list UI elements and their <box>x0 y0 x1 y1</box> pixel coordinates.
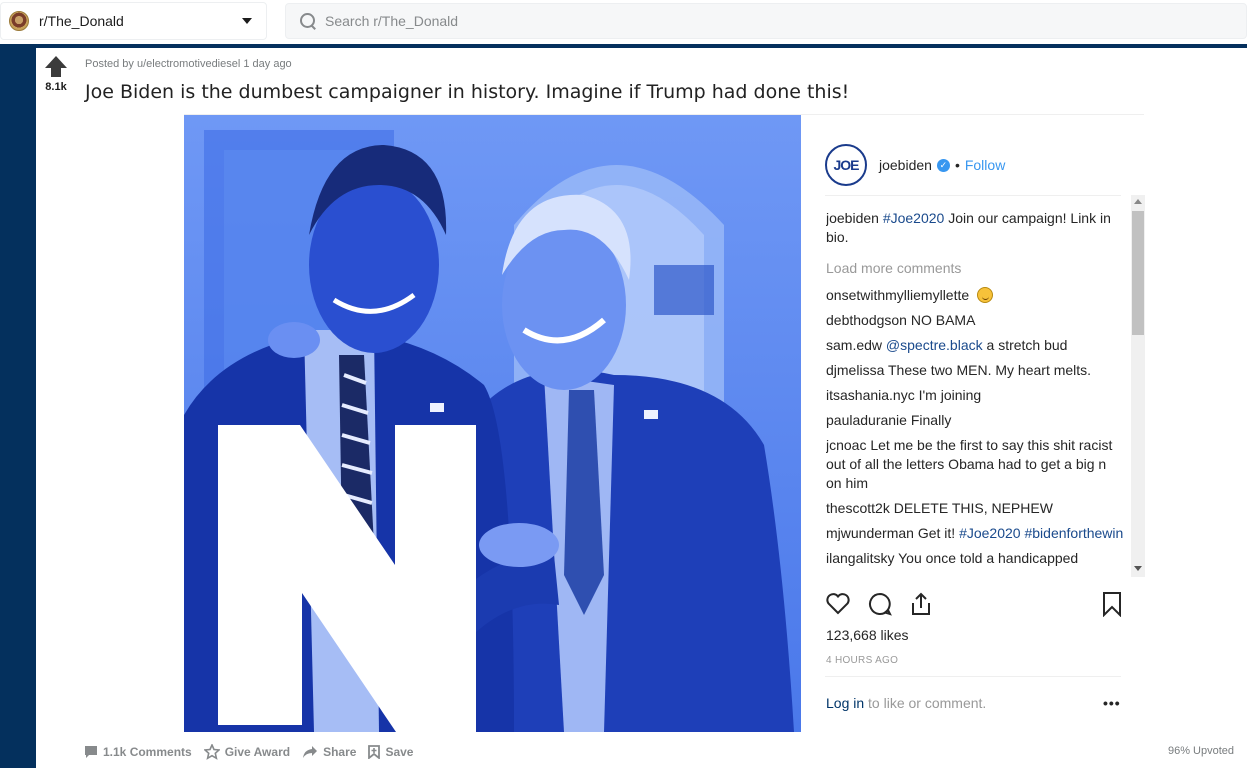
embed-photo[interactable] <box>184 115 801 732</box>
post-action-bar: 1.1k Comments Give Award Share Save <box>84 742 425 762</box>
scroll-down-arrow-icon[interactable] <box>1134 566 1142 571</box>
share-label: Share <box>323 745 357 759</box>
comment-user[interactable]: jcnoac <box>826 437 866 453</box>
subreddit-name: r/The_Donald <box>39 13 124 29</box>
caption: joebiden #Joe2020 Join our campaign! Lin… <box>826 209 1124 247</box>
comments-label: 1.1k Comments <box>103 745 192 759</box>
save-bookmark-icon <box>368 745 381 759</box>
comment-text: Get it! <box>917 525 956 541</box>
vote-score: 8.1k <box>45 81 67 93</box>
comment-item: onsetwithmylliemyllette <box>826 286 1124 305</box>
comment-item: itsashania.nyc I'm joining <box>826 386 1124 405</box>
follow-button[interactable]: Follow <box>965 157 1005 173</box>
winking-face-emoji-icon <box>977 287 994 303</box>
login-text: to like or comment. <box>864 695 987 711</box>
page-background <box>0 48 36 768</box>
save-label: Save <box>385 745 414 759</box>
comment-user[interactable]: djmelissa <box>826 362 884 378</box>
ig-avatar-text: JOE <box>833 157 859 173</box>
comments-list: joebiden #Joe2020 Join our campaign! Lin… <box>826 209 1124 581</box>
scroll-up-arrow-icon[interactable] <box>1134 199 1142 204</box>
share-button[interactable]: Share <box>302 745 356 759</box>
comment-user[interactable]: mjwunderman <box>826 525 914 541</box>
comment-user[interactable]: thescott2k <box>826 500 890 516</box>
comment-item: sam.edw @spectre.black a stretch bud <box>826 336 1124 355</box>
more-options-icon[interactable]: ••• <box>1103 695 1121 711</box>
top-bar: r/The_Donald <box>0 0 1247 44</box>
post-card: 8.1k Posted by u/electromotivediesel 1 d… <box>36 48 1247 768</box>
comment-item: jcnoac Let me be the first to say this s… <box>826 436 1124 493</box>
caption-tag[interactable]: #Joe2020 <box>883 210 945 226</box>
comment-text: These two MEN. My heart melts. <box>888 362 1092 378</box>
upvote-arrow-icon[interactable] <box>45 56 67 68</box>
comments-button[interactable]: 1.1k Comments <box>84 745 192 759</box>
comment-user[interactable]: onsetwithmylliemyllette <box>826 287 969 303</box>
login-link[interactable]: Log in <box>826 695 864 711</box>
comment-icon[interactable] <box>867 591 893 617</box>
comment-user[interactable]: ilangalitsky <box>826 550 894 566</box>
comment-bubble-icon <box>85 746 97 758</box>
upvote-ratio: 96% Upvoted <box>1167 745 1234 757</box>
separator-dot: • <box>954 157 960 173</box>
comment-mention[interactable]: @spectre.black <box>886 337 983 353</box>
scroll-thumb[interactable] <box>1132 211 1144 335</box>
comment-text: You once told a handicapped <box>898 550 1079 566</box>
vote-column: 8.1k <box>36 56 76 93</box>
heart-icon[interactable] <box>825 591 851 617</box>
post-meta: Posted by u/electromotivediesel 1 day ag… <box>85 58 292 70</box>
post-timestamp: 4 HOURS AGO <box>826 655 899 666</box>
award-label: Give Award <box>224 745 291 759</box>
upvote-arrow-stem[interactable] <box>51 68 61 77</box>
instagram-panel: JOE joebiden ✓ • Follow joebiden #Joe202… <box>801 115 1145 732</box>
comment-item: djmelissa These two MEN. My heart melts. <box>826 361 1124 380</box>
ig-avatar[interactable]: JOE <box>825 144 867 186</box>
likes-count[interactable]: 123,668 likes <box>826 627 909 643</box>
save-button[interactable]: Save <box>368 745 413 759</box>
search-icon <box>300 12 317 30</box>
subreddit-dropdown[interactable]: r/The_Donald <box>0 2 267 40</box>
photo-illustration <box>184 115 801 732</box>
award-icon <box>203 744 220 760</box>
comment-item: mjwunderman Get it! #Joe2020 #bidenforth… <box>826 524 1124 543</box>
comments-scrollbar[interactable] <box>1131 195 1145 577</box>
comment-item: thescott2k DELETE THIS, NEPHEW <box>826 499 1124 518</box>
comment-text: I'm joining <box>918 387 982 403</box>
comment-text: NO BAMA <box>910 312 976 328</box>
comment-user[interactable]: sam.edw <box>826 337 882 353</box>
comment-user[interactable]: itsashania.nyc <box>826 387 915 403</box>
post-title[interactable]: Joe Biden is the dumbest campaigner in h… <box>85 81 849 103</box>
share-icon[interactable] <box>908 591 934 617</box>
login-prompt: Log in to like or comment. <box>826 695 986 711</box>
verified-icon: ✓ <box>936 158 950 172</box>
ig-header: JOE joebiden ✓ • Follow <box>825 135 1121 195</box>
comment-hashtags[interactable]: #Joe2020 #bidenforthewin <box>959 525 1123 541</box>
instagram-embed: JOE joebiden ✓ • Follow joebiden #Joe202… <box>184 114 1145 732</box>
load-more-comments[interactable]: Load more comments <box>826 259 1124 278</box>
comment-text: Let me be the first to say this shit rac… <box>826 437 1113 491</box>
give-award-button[interactable]: Give Award <box>203 744 291 760</box>
bookmark-icon[interactable] <box>1099 591 1125 617</box>
subreddit-avatar-icon <box>9 11 29 31</box>
caption-user[interactable]: joebiden <box>826 210 879 226</box>
search-input[interactable] <box>325 13 925 29</box>
comment-item: pauladuranie Finally <box>826 411 1124 430</box>
chevron-down-icon[interactable] <box>242 18 252 24</box>
comment-text: Finally <box>910 412 952 428</box>
comment-item: ilangalitsky You once told a handicapped <box>826 549 1124 568</box>
ig-username[interactable]: joebiden <box>879 157 932 173</box>
comment-text: a stretch bud <box>986 337 1068 353</box>
search-bar[interactable] <box>285 3 1247 39</box>
comment-user[interactable]: pauladuranie <box>826 412 907 428</box>
comment-user[interactable]: debthodgson <box>826 312 907 328</box>
ig-action-bar <box>825 591 1125 621</box>
comment-text: DELETE THIS, NEPHEW <box>893 500 1053 516</box>
share-arrow-icon <box>303 746 318 758</box>
divider <box>825 195 1121 196</box>
comment-item: debthodgson NO BAMA <box>826 311 1124 330</box>
divider <box>825 676 1121 677</box>
